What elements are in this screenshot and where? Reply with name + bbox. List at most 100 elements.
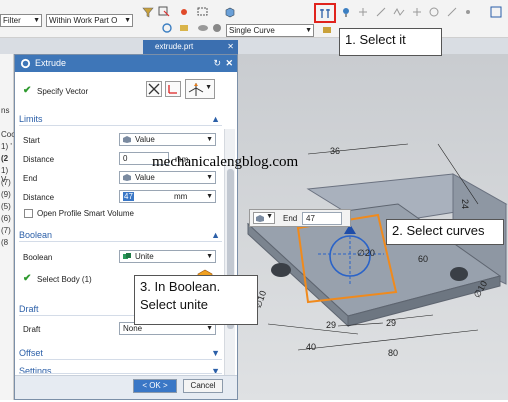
dimension-label: 24 (460, 198, 471, 210)
start-distance-value: 0 (123, 154, 128, 163)
grid-snap-icon[interactable] (357, 6, 369, 18)
select-body-label[interactable]: Select Body (1) (37, 275, 92, 284)
refresh-icon[interactable] (161, 22, 173, 34)
chevron-down-icon: ▼ (205, 84, 212, 91)
snap-point-icon[interactable] (178, 6, 190, 18)
chevron-up-icon: ▲ (211, 230, 220, 240)
open-profile-label: Open Profile Smart Volume (37, 209, 134, 218)
offset-section-header[interactable]: Offset ▼ (19, 346, 222, 360)
nav-text: (9) (1, 190, 11, 199)
boolean-dropdown[interactable]: Unite ▼ (119, 250, 216, 263)
cross-arrows-icon (148, 83, 160, 95)
value-icon (256, 215, 264, 222)
nav-text: (7) (1, 178, 11, 187)
start-type-dropdown[interactable]: Value ▼ (119, 133, 216, 146)
curve-rule-label: Single Curve (229, 26, 275, 35)
curve-options-icon[interactable] (321, 24, 333, 36)
chevron-down-icon: ▼ (206, 136, 213, 143)
chevron-down-icon: ▼ (266, 213, 273, 220)
settings-header-label: Settings (19, 366, 52, 374)
marquee-select-icon[interactable] (197, 6, 209, 18)
reverse-direction-button[interactable] (146, 81, 162, 97)
ok-button-label: < OK > (142, 381, 168, 390)
nav-text: (5) (1, 202, 11, 211)
step3-line1: 3. In Boolean. (140, 279, 221, 294)
chevron-down-icon: ▼ (206, 174, 213, 181)
line-snap-icon[interactable] (375, 6, 387, 18)
dimension-label: 40 (306, 342, 317, 352)
unite-icon (123, 253, 131, 259)
end-distance-handle-bar: ▼ End 47 (249, 209, 351, 227)
select-icon[interactable] (158, 6, 170, 18)
specify-vector-label: Specify Vector (37, 87, 89, 96)
cancel-button-label: Cancel (190, 381, 216, 390)
slash-snap-icon[interactable] (446, 6, 458, 18)
tab-extrude-prt[interactable]: extrude.prt ✕ (143, 40, 238, 54)
hole-right[interactable] (450, 267, 468, 281)
cancel-button[interactable]: Cancel (183, 379, 223, 393)
watermark-text: mechanicalengblog.com (152, 154, 299, 170)
type-filter-dropdown[interactable]: Filter ▼ (0, 14, 42, 27)
nav-text: (6) (1, 214, 11, 223)
vector-type-dropdown[interactable]: ▼ (185, 79, 215, 99)
end-distance-value: 47 (123, 192, 134, 201)
close-icon[interactable]: ✕ (227, 40, 234, 54)
nav-text: ns (1, 106, 10, 115)
value-icon (123, 174, 131, 181)
display-icon[interactable] (197, 22, 209, 34)
view-icon[interactable] (490, 6, 502, 18)
settings-section-header[interactable]: Settings ▼ (19, 364, 222, 374)
dimension-label: 29 (326, 320, 337, 330)
boolean-section-header[interactable]: Boolean ▲ (19, 228, 222, 242)
selection-scope-label: Within Work Part O (49, 16, 118, 25)
hole-left[interactable] (271, 263, 291, 277)
vector-dialog-button[interactable] (165, 81, 181, 97)
dimension-label: 60 (418, 254, 429, 264)
dimension-label: 36 (330, 146, 341, 156)
point-on-curve-icon[interactable] (462, 6, 474, 18)
cube-icon[interactable] (224, 6, 236, 18)
limit-type-dropdown[interactable]: ▼ (253, 212, 275, 224)
limits-section-header[interactable]: Limits ▲ (19, 112, 222, 126)
perpendicular-snap-icon[interactable] (411, 6, 423, 18)
part-navigator-strip: ns Coo 1) ' (2 1) V (7) (9) (5) (6) (7) … (0, 54, 16, 400)
boolean-value: Unite (135, 252, 154, 261)
check-icon: ✔ (23, 273, 32, 284)
filter-icon[interactable] (142, 6, 154, 18)
circle-snap-icon[interactable] (428, 6, 440, 18)
end-handle-input[interactable]: 47 (302, 212, 342, 225)
step2-callout: 2. Select curves (386, 219, 504, 245)
ok-button[interactable]: < OK > (133, 379, 177, 393)
dialog-title-bar: Extrude ↻ ✕ (15, 55, 237, 72)
nav-text: (8 (1, 238, 9, 247)
stop-at-intersection-icon[interactable] (319, 7, 331, 19)
model-icon[interactable] (178, 22, 190, 34)
selection-scope-dropdown[interactable]: Within Work Part O ▼ (46, 14, 133, 27)
dimension-label: ∅20 (357, 248, 375, 258)
limits-header-label: Limits (19, 114, 43, 124)
chevron-down-icon: ▼ (206, 193, 213, 200)
midpoint-snap-icon[interactable] (393, 6, 405, 18)
step2-text: 2. Select curves (392, 223, 485, 238)
end-handle-label: End (283, 214, 298, 223)
offset-header-label: Offset (19, 348, 43, 358)
open-profile-checkbox[interactable] (24, 209, 33, 218)
distance-label: Distance (23, 155, 55, 164)
check-icon: ✔ (23, 85, 32, 96)
dimension-label: 80 (388, 348, 399, 358)
chevron-down-icon: ▼ (211, 348, 220, 358)
chevron-down-icon: ▼ (211, 366, 220, 374)
draft-label: Draft (23, 325, 41, 334)
reset-icon[interactable]: ↻ (213, 55, 221, 72)
point-icon[interactable] (340, 6, 352, 18)
unit-label: mm (174, 192, 188, 201)
close-icon[interactable]: ✕ (225, 55, 233, 72)
end-distance-input[interactable]: 47 mm ▼ (119, 190, 216, 203)
extrude-dialog: Extrude ↻ ✕ ✔ Specify Vector ▼ Limits ▲ S… (14, 54, 238, 400)
draft-value: None (123, 324, 143, 333)
end-type-dropdown[interactable]: Value ▼ (119, 171, 216, 184)
curve-rule-dropdown[interactable]: Single Curve ▼ (226, 24, 314, 37)
render-icon[interactable] (211, 22, 223, 34)
dimension-label: 29 (386, 318, 397, 328)
nav-text: (7) (1, 226, 11, 235)
